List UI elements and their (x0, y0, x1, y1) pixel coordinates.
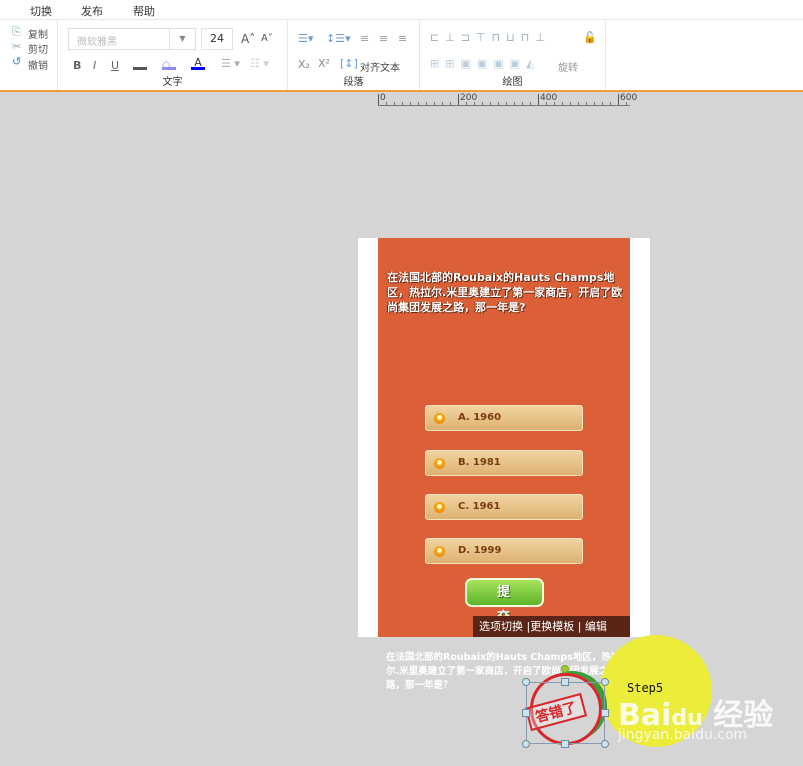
selection-box (526, 682, 605, 744)
font-shrink-icon[interactable]: A˅ (261, 33, 273, 44)
resize-handle[interactable] (561, 740, 569, 748)
arrange-icons[interactable]: ⊞⊞▣▣▣▣◭ (430, 57, 540, 70)
line-spacing-icon[interactable]: ↕☰▾ (326, 32, 351, 45)
lock-icon[interactable]: 🔓 (583, 31, 597, 44)
align-text-icon: [↕] (340, 57, 358, 70)
ruler-tick-label: 0 (378, 93, 386, 105)
drawing-group: ⊏⊥⊐⊤⊓⊔⊓⊥ 🔓 ⊞⊞▣▣▣▣◭ 旋转 绘图 (420, 20, 606, 90)
ruler-tick-label: 200 (458, 93, 478, 105)
font-color-icon[interactable]: A (191, 56, 205, 70)
menu-publish[interactable]: 发布 (81, 3, 103, 19)
italic-button[interactable]: I (93, 59, 96, 72)
font-family-value: 微软雅黑 (77, 37, 117, 48)
rotate-button[interactable]: 旋转 (558, 59, 578, 74)
watermark-url: jingyan.baidu.com (618, 727, 748, 743)
ribbon-toolbar: ⎘ 复制 ✂ 剪切 ↺ 撤销 微软雅黑 ▼ 24 A˄ A˅ B I U ◇ A … (0, 20, 803, 92)
option-b[interactable]: B. 1981 (425, 450, 583, 476)
question-text: 在法国北部的Roubaix的Hauts Champs地区，热拉尔.米里奥建立了第… (387, 271, 623, 314)
dash-style-icon[interactable]: ☷ ▾ (250, 57, 269, 70)
ruler: 0 200 400 600 (378, 93, 637, 106)
cut-button[interactable]: 剪切 (28, 41, 48, 56)
option-label: C. 1961 (458, 501, 501, 512)
undo-button[interactable]: 撤销 (28, 57, 48, 72)
scissors-icon: ✂ (12, 40, 22, 53)
ruler-tick-label: 600 (618, 93, 638, 105)
align-left-icon[interactable]: ≡ (360, 32, 369, 45)
fill-color-icon[interactable]: ◇ (162, 58, 176, 71)
edit-bar[interactable]: 选项切换 |更换模板 | 编辑 (473, 616, 630, 637)
resize-handle[interactable] (522, 740, 530, 748)
font-grow-icon[interactable]: A˄ (241, 32, 255, 46)
option-label: B. 1981 (458, 457, 501, 468)
resize-handle[interactable] (522, 678, 530, 686)
resize-handle[interactable] (601, 740, 609, 748)
radio-icon (434, 546, 445, 557)
chevron-down-icon: ▼ (169, 29, 195, 49)
copy-button[interactable]: 复制 (28, 26, 48, 41)
option-a[interactable]: A. 1960 (425, 405, 583, 431)
font-size-input[interactable]: 24 (201, 28, 233, 50)
align-right-icon[interactable]: ≡ (398, 32, 407, 45)
align-shapes-icons[interactable]: ⊏⊥⊐⊤⊓⊔⊓⊥ (430, 31, 551, 44)
resize-handle[interactable] (601, 709, 609, 717)
line-style-icon[interactable]: ☰ ▾ (221, 57, 240, 70)
underline-button[interactable]: U (111, 59, 119, 72)
ruler-tick-label: 400 (538, 93, 558, 105)
menu-bar: 切换 发布 帮助 (0, 0, 803, 20)
menu-help[interactable]: 帮助 (133, 3, 155, 19)
menu-switch[interactable]: 切换 (30, 3, 52, 19)
highlight-icon[interactable] (133, 58, 147, 70)
resize-handle[interactable] (522, 709, 530, 717)
copy-icon: ⎘ (12, 25, 21, 38)
radio-icon (434, 458, 445, 469)
superscript-icon[interactable]: X² (318, 57, 330, 70)
font-family-select[interactable]: 微软雅黑 ▼ (68, 28, 196, 50)
option-label: D. 1999 (458, 545, 502, 556)
bullet-list-icon[interactable]: ☰▾ (298, 32, 313, 45)
bold-button[interactable]: B (73, 59, 81, 72)
paragraph-group-label: 段落 (343, 77, 364, 88)
text-group: 微软雅黑 ▼ 24 A˄ A˅ B I U ◇ A ☰ ▾ ☷ ▾ 文字 (58, 20, 288, 90)
option-c[interactable]: C. 1961 (425, 494, 583, 520)
clipboard-group: ⎘ 复制 ✂ 剪切 ↺ 撤销 (0, 20, 58, 90)
subscript-icon[interactable]: X₂ (298, 58, 310, 71)
undo-icon: ↺ (12, 55, 22, 68)
text-group-label: 文字 (162, 77, 183, 88)
resize-handle[interactable] (561, 678, 569, 686)
align-center-icon[interactable]: ≡ (379, 32, 388, 45)
submit-button[interactable]: 提 交 (465, 578, 544, 625)
rotate-handle[interactable] (561, 665, 569, 673)
option-label: A. 1960 (458, 412, 502, 423)
paragraph-group: ☰▾ ↕☰▾ ≡ ≡ ≡ X₂ X² [↕] 对齐文本 段落 (288, 20, 420, 90)
option-d[interactable]: D. 1999 (425, 538, 583, 564)
align-text-button[interactable]: 对齐文本 (360, 59, 400, 74)
resize-handle[interactable] (601, 678, 609, 686)
drawing-group-label: 绘图 (502, 77, 523, 88)
radio-icon (434, 413, 445, 424)
radio-icon (434, 502, 445, 513)
